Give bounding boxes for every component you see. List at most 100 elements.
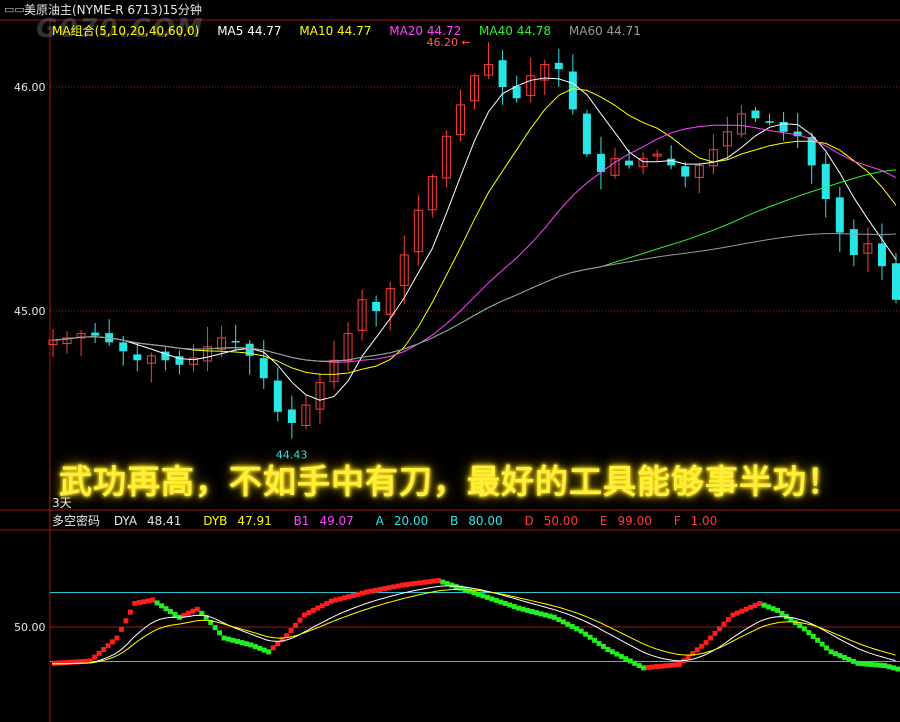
main-chart: 46.0045.0046.20 ←44.4350.00 <box>0 19 900 722</box>
indicator-bar <box>739 608 745 614</box>
candle-body <box>582 113 591 155</box>
indicator-bar <box>293 622 298 628</box>
ma-group-label[interactable]: MA组合(5,10,20,40,60,0) <box>52 24 199 38</box>
dyb-label: DYB <box>203 514 228 528</box>
dya-value: 48.41 <box>147 514 182 528</box>
indicator-bar <box>141 599 147 605</box>
window-controls-icon[interactable]: ▭▭ <box>4 0 25 20</box>
indicator-bar <box>534 610 539 616</box>
indicator-bar <box>333 597 339 603</box>
indicator-bar <box>65 659 71 665</box>
indicator-bar <box>190 608 196 614</box>
indicator-bar <box>261 647 267 653</box>
indicator-bar <box>400 582 406 588</box>
indicator-bar <box>770 606 776 612</box>
indicator-bar <box>101 647 107 652</box>
ma10-line <box>52 88 897 375</box>
candle-body <box>596 153 605 173</box>
indicator-bar <box>636 663 642 669</box>
indicator-bar <box>605 647 611 652</box>
indicator-bar <box>824 645 830 651</box>
candle-body <box>231 340 240 343</box>
indicator-bar <box>828 649 834 655</box>
indicator-bar <box>471 590 477 596</box>
indicator-bar <box>766 604 772 610</box>
indicator-bar <box>266 649 272 655</box>
indicator-bar <box>641 665 647 671</box>
indicator-bar <box>891 665 897 671</box>
indicator-bar <box>650 664 656 670</box>
indicator-bar <box>627 658 633 664</box>
indicator-bar <box>623 656 629 662</box>
candle-body <box>877 243 886 267</box>
indicator-bar <box>386 585 392 591</box>
indicator-bar <box>395 583 401 589</box>
a-value: 20.00 <box>393 514 429 528</box>
indicator-bar <box>663 663 669 669</box>
indicator-bar <box>110 639 115 645</box>
indicator-bar <box>248 642 254 648</box>
indicator-bar <box>150 597 156 603</box>
indicator-bar <box>364 589 370 595</box>
indicator-bar <box>252 644 258 650</box>
indicator-bar <box>614 651 620 657</box>
indicator-bar <box>234 638 240 644</box>
indicator-bar <box>435 578 441 583</box>
indicator-bar <box>185 610 191 616</box>
indicator-bar <box>382 586 388 592</box>
indicator-bar <box>779 610 785 616</box>
indicator-bar <box>734 610 740 616</box>
indicator-bar <box>239 640 245 646</box>
indicator-bar <box>748 604 754 610</box>
ma60-value: MA60 44.71 <box>568 24 641 38</box>
indicator-legend: 多空密码 DYA 48.41 DYB 47.91 B1 49.07 A 20.00 B8… <box>52 512 735 530</box>
indicator-bar <box>873 662 879 668</box>
indicator-bar <box>717 626 722 632</box>
indicator-bar <box>310 607 316 613</box>
indicator-bar <box>542 612 548 618</box>
indicator-bar <box>507 602 513 608</box>
indicator-name[interactable]: 多空密码 <box>52 514 100 528</box>
indicator-bar <box>56 660 62 666</box>
indicator-bar <box>819 641 825 647</box>
indicator-bar <box>815 637 821 643</box>
indicator-bar <box>422 579 428 585</box>
indicator-bar <box>868 661 874 667</box>
candle-body <box>259 358 268 379</box>
indicator-bar <box>359 590 365 596</box>
indicator-bar <box>797 623 803 629</box>
e-label: E <box>599 514 608 528</box>
dya-label: DYA <box>113 514 138 528</box>
indicator-bar <box>226 636 232 642</box>
indicator-bar <box>699 643 705 649</box>
indicator-bar <box>212 625 218 631</box>
candle-body <box>133 354 142 361</box>
candle-body <box>667 158 676 166</box>
candle-body <box>765 121 774 123</box>
indicator-bar <box>712 630 718 636</box>
indicator-bar <box>315 605 321 611</box>
indicator-bar <box>105 643 111 649</box>
title-bar: ▭▭ 美原油主(NYME-R 6713)15分钟 <box>0 0 900 20</box>
indicator-bar <box>60 660 66 666</box>
indicator-bar <box>301 612 307 618</box>
b1-value: 49.07 <box>319 514 354 528</box>
candle-body <box>892 263 900 300</box>
indicator-bar <box>404 582 410 588</box>
indicator-bar <box>547 613 553 619</box>
indicator-bar <box>596 640 602 646</box>
indicator-bar <box>708 635 714 641</box>
b1-label: B1 <box>293 514 310 528</box>
period-label: 3天 <box>52 496 72 510</box>
indicator-bar <box>484 594 490 600</box>
indicator-bar <box>538 611 544 617</box>
candle-body <box>751 110 760 119</box>
indicator-bar <box>587 634 593 640</box>
indicator-bar <box>565 621 571 627</box>
indicator-bar <box>413 580 419 586</box>
indicator-bar <box>841 655 847 661</box>
candle-body <box>287 409 296 423</box>
indicator-bar <box>560 619 566 625</box>
price-tick-label: 46.00 <box>14 81 46 94</box>
indicator-bar <box>275 641 281 647</box>
